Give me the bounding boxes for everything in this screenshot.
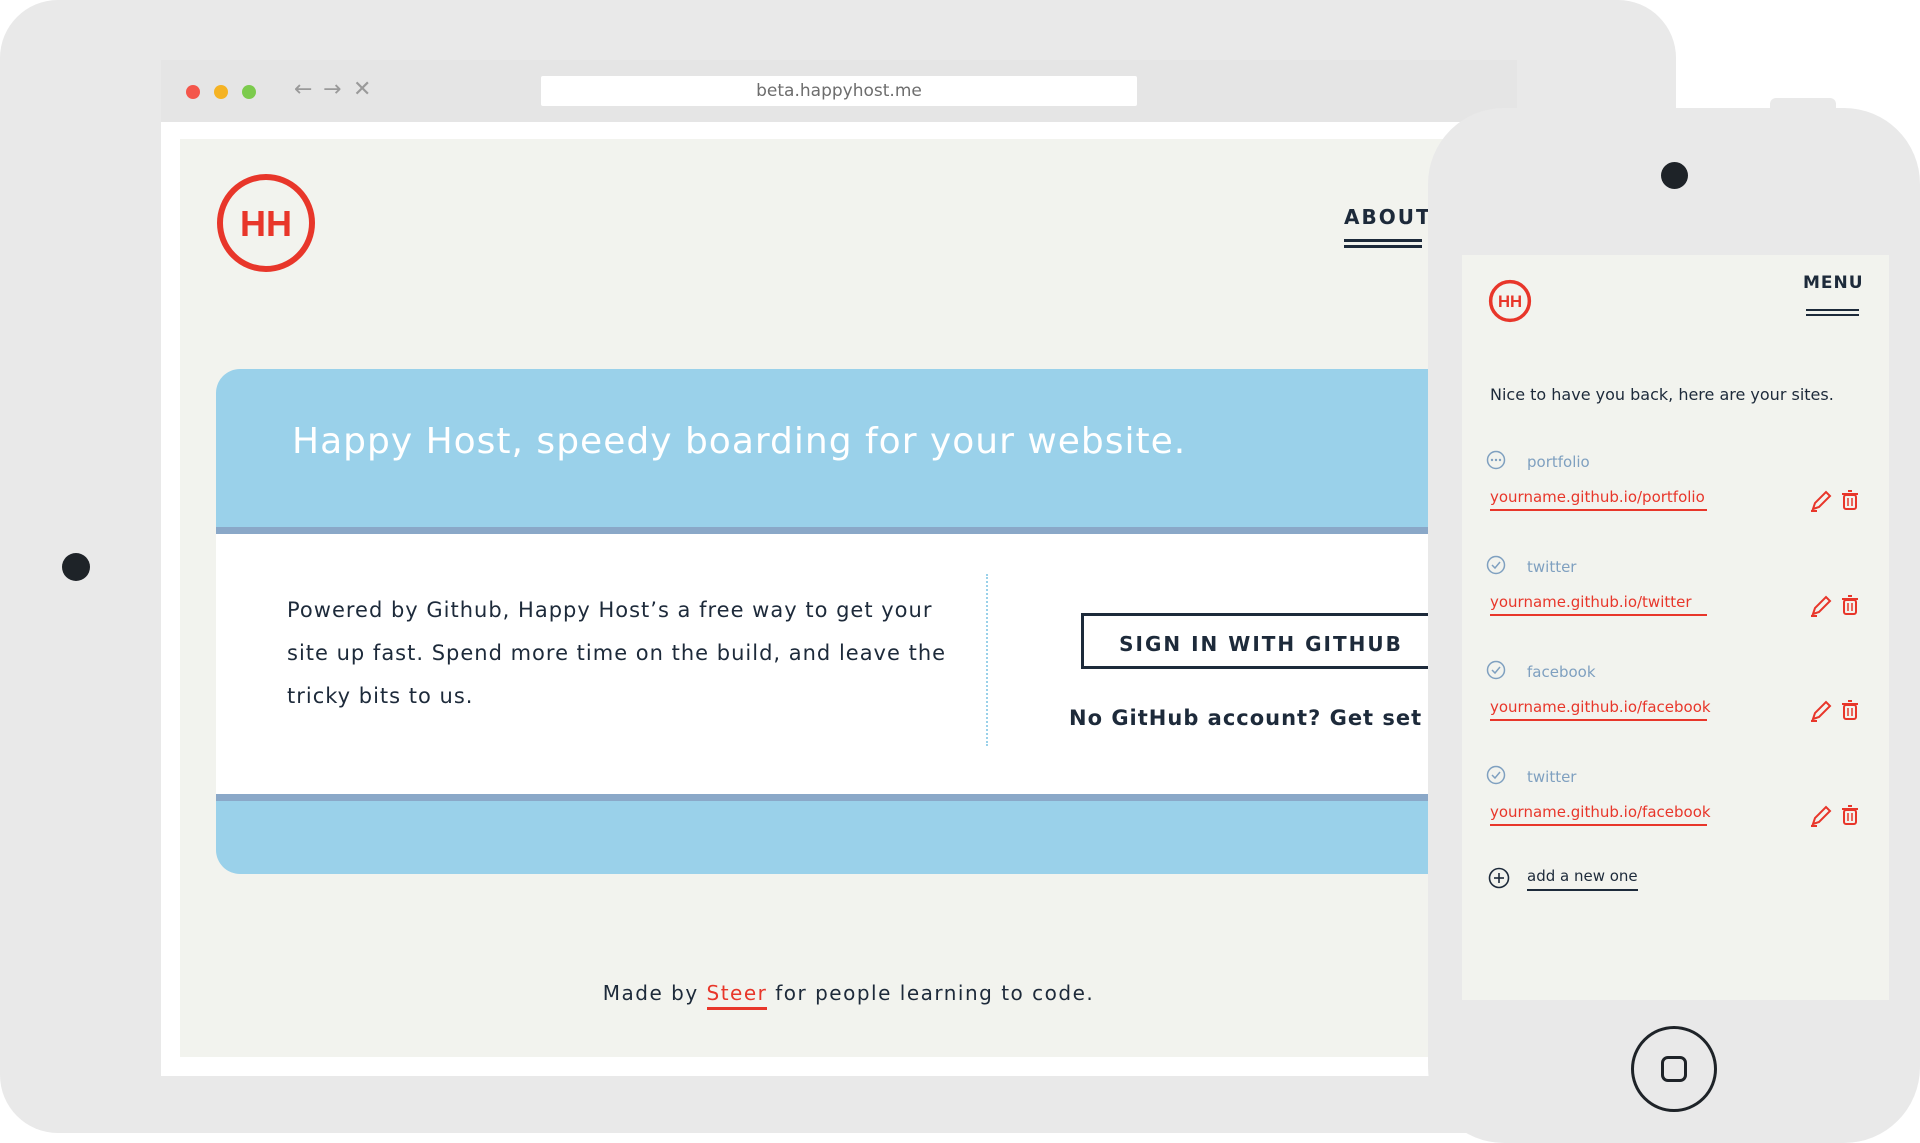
phone-camera	[1661, 162, 1688, 189]
delete-trash-icon[interactable]	[1842, 700, 1858, 720]
site-url-link[interactable]: yourname.github.io/twitter	[1490, 593, 1707, 616]
no-account-link[interactable]: No GitHub account? Get set up	[1069, 706, 1463, 730]
nav-about[interactable]: ABOUT	[1344, 205, 1432, 229]
forward-arrow-icon[interactable]: →	[323, 76, 341, 104]
site-name: facebook	[1527, 663, 1596, 681]
edit-pencil-icon[interactable]	[1810, 490, 1832, 512]
phone-screen: HH MENU Nice to have you back, here are …	[1462, 255, 1889, 1000]
web-page: HH ABOUT Happy Host, speedy boarding for…	[180, 139, 1517, 1057]
home-button[interactable]	[1631, 1026, 1717, 1112]
nav-underline	[1344, 239, 1422, 242]
site-name: portfolio	[1527, 453, 1590, 471]
mobile-logo[interactable]: HH	[1488, 279, 1532, 323]
site-url-link[interactable]: yourname.github.io/facebook	[1490, 698, 1711, 721]
edit-pencil-icon[interactable]	[1810, 595, 1832, 617]
mobile-logo-text: HH	[1498, 292, 1522, 311]
add-site-link[interactable]: add a new one	[1527, 867, 1638, 891]
edit-pencil-icon[interactable]	[1810, 805, 1832, 827]
menu-underline	[1806, 314, 1859, 316]
browser-window: ← → ✕ beta.happyhost.me HH ABOUT Happy H…	[161, 60, 1517, 1076]
hero-card: Happy Host, speedy boarding for your web…	[216, 369, 1516, 874]
hero-description: Powered by Github, Happy Host’s a free w…	[287, 598, 947, 708]
browser-toolbar: ← → ✕ beta.happyhost.me	[161, 60, 1517, 122]
back-arrow-icon[interactable]: ←	[294, 76, 312, 104]
site-url-link[interactable]: yourname.github.io/portfolio	[1490, 488, 1707, 511]
site-item: facebook yourname.github.io/facebook	[1462, 660, 1889, 760]
steer-link[interactable]: Steer	[706, 981, 768, 1010]
pending-icon	[1486, 450, 1506, 470]
logo-text: HH	[240, 203, 292, 244]
address-bar[interactable]: beta.happyhost.me	[541, 76, 1137, 106]
tablet-camera	[62, 553, 90, 581]
maximize-window-button[interactable]	[242, 85, 256, 99]
welcome-message: Nice to have you back, here are your sit…	[1490, 385, 1834, 404]
footer: Made by Steer for people learning to cod…	[180, 981, 1517, 1010]
check-icon	[1486, 660, 1506, 680]
delete-trash-icon[interactable]	[1842, 805, 1858, 825]
dotted-divider	[986, 574, 988, 746]
home-square-icon	[1661, 1056, 1687, 1082]
hero-body: Powered by Github, Happy Host’s a free w…	[216, 534, 1516, 794]
footer-prefix: Made by	[602, 981, 707, 1005]
divider	[216, 794, 1516, 801]
delete-trash-icon[interactable]	[1842, 490, 1858, 510]
check-icon	[1486, 555, 1506, 575]
footer-suffix: for people learning to code.	[767, 981, 1095, 1005]
stop-icon[interactable]: ✕	[353, 76, 371, 104]
site-item: portfolio yourname.github.io/portfolio	[1462, 450, 1889, 550]
edit-pencil-icon[interactable]	[1810, 700, 1832, 722]
add-circle-icon[interactable]	[1488, 867, 1510, 889]
site-name: twitter	[1527, 768, 1577, 786]
happyhost-logo[interactable]: HH	[216, 173, 316, 273]
minimize-window-button[interactable]	[214, 85, 228, 99]
site-item: twitter yourname.github.io/facebook	[1462, 765, 1889, 865]
hero-title: Happy Host, speedy boarding for your web…	[292, 421, 1187, 462]
site-item: twitter yourname.github.io/twitter	[1462, 555, 1889, 655]
site-url-link[interactable]: yourname.github.io/facebook	[1490, 803, 1711, 826]
menu-button[interactable]: MENU	[1803, 273, 1864, 293]
close-window-button[interactable]	[186, 85, 200, 99]
sign-in-github-button[interactable]: SIGN IN WITH GITHUB	[1081, 613, 1441, 669]
check-icon	[1486, 765, 1506, 785]
phone-button	[1770, 98, 1836, 112]
site-name: twitter	[1527, 558, 1577, 576]
delete-trash-icon[interactable]	[1842, 595, 1858, 615]
nav-underline	[1344, 245, 1422, 248]
menu-underline	[1806, 309, 1859, 311]
divider	[216, 527, 1516, 534]
